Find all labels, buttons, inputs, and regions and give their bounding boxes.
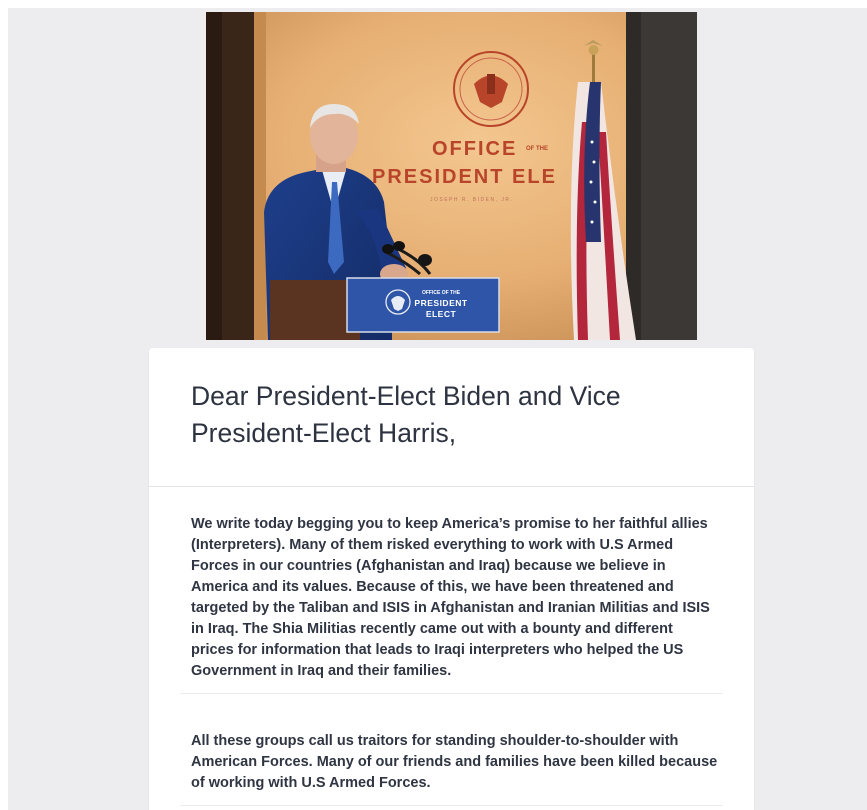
letter-paragraph: We write today begging you to keep Ameri… [191, 516, 710, 679]
title-divider [149, 486, 754, 487]
paragraph-divider [180, 805, 723, 806]
backdrop-office-text: OFFICE [432, 138, 517, 160]
letter-title: Dear President-Elect Biden and Vice Pres… [191, 381, 621, 448]
hero-photo: OFFICE OF THE PRESIDENT ELE JOSEPH R. BI… [206, 12, 697, 340]
podium-elect-text: ELECT [426, 309, 457, 319]
letter-paragraph: All these groups call us traitors for st… [191, 733, 718, 791]
paragraph-divider [180, 693, 723, 694]
podium-sign: OFFICE OF THE PRESIDENT ELECT [346, 277, 500, 333]
backdrop-name-text: JOSEPH R. BIDEN, JR. [430, 197, 513, 203]
podium-small-text: OFFICE OF THE [422, 290, 461, 296]
podium-president-text: PRESIDENT [414, 298, 467, 308]
backdrop-ofthe-text: OF THE [526, 146, 548, 152]
letter-card: Dear President-Elect Biden and Vice Pres… [149, 348, 754, 810]
backdrop-president-text: PRESIDENT ELE [372, 166, 557, 188]
